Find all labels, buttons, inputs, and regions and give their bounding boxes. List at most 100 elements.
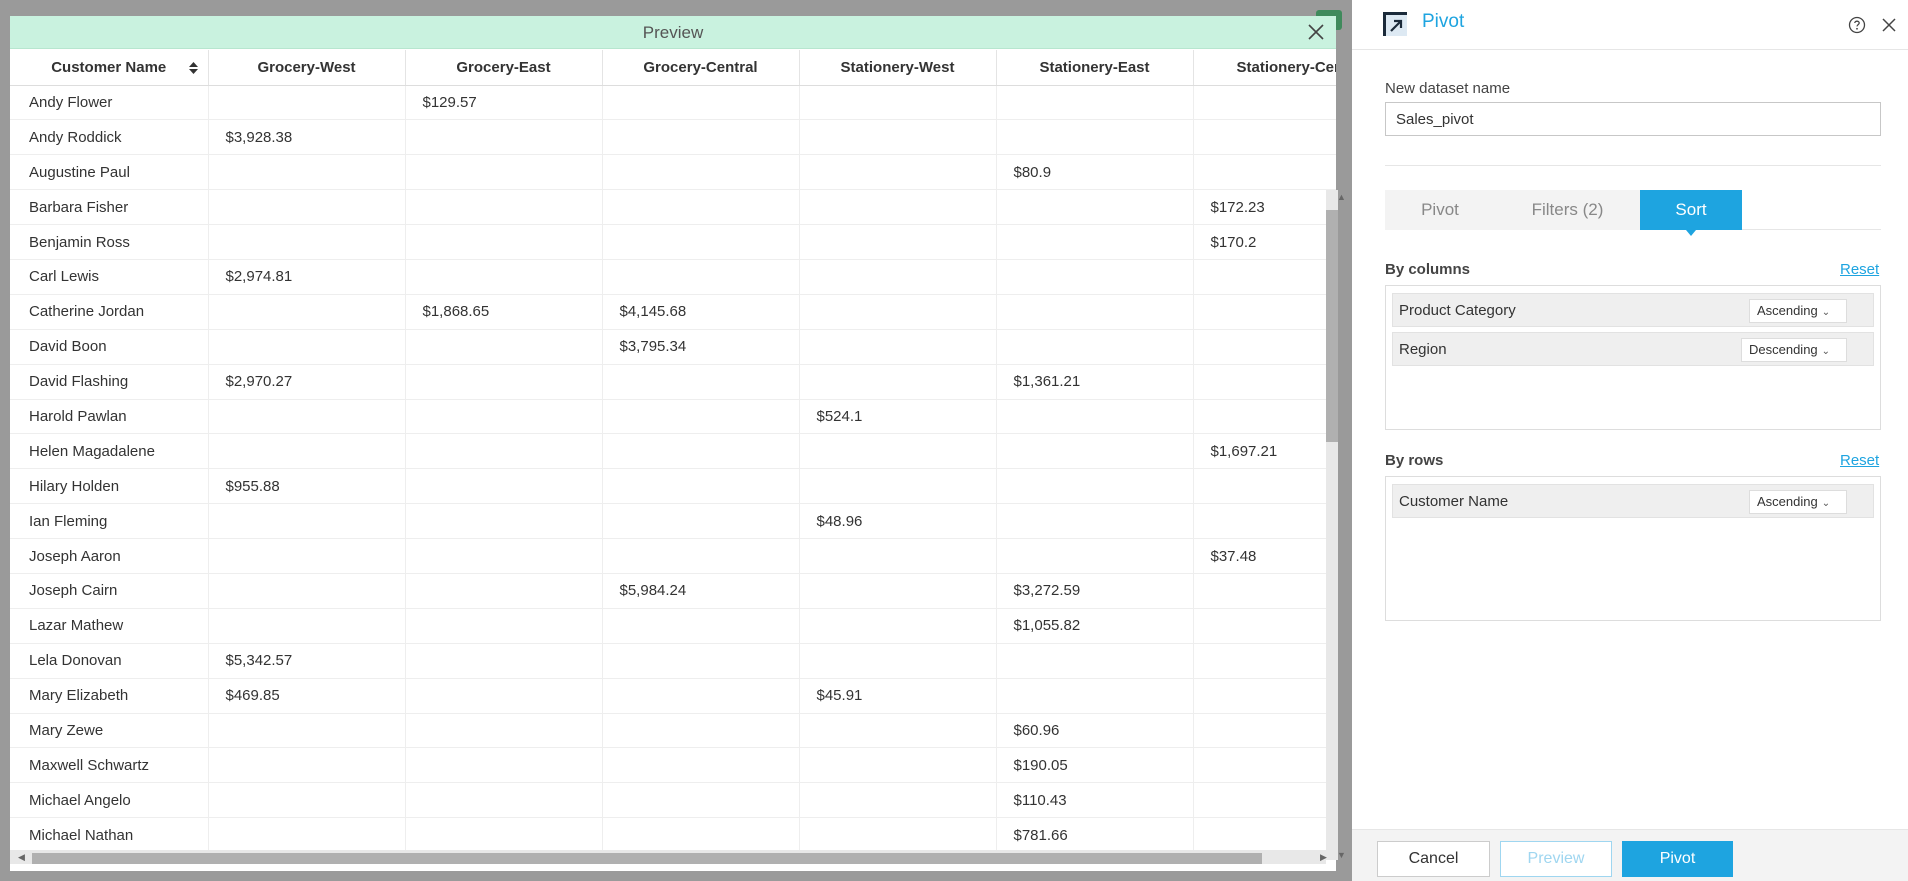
pivot-button[interactable]: Pivot: [1622, 841, 1733, 877]
table-cell: [996, 468, 1194, 505]
sort-row-item[interactable]: Customer Name Ascending ⌄: [1392, 484, 1874, 518]
divider: [1385, 165, 1881, 166]
table-cell: [208, 747, 406, 784]
vertical-scrollbar-thumb[interactable]: [1326, 210, 1338, 442]
table-cell: [799, 468, 997, 505]
table-cell: [602, 399, 800, 435]
table-cell: [208, 817, 406, 850]
table-cell: $3,795.34: [602, 329, 800, 365]
table-cell: [996, 259, 1194, 295]
customer-name-cell: Michael Angelo: [10, 782, 209, 819]
scroll-left-arrow-icon[interactable]: ◀: [18, 852, 25, 863]
table-cell: [799, 608, 997, 644]
table-cell: [405, 468, 603, 505]
table-cell: [405, 782, 603, 819]
table-row: Helen Magadalene $1,697.21: [10, 433, 1336, 470]
sort-column-row[interactable]: Product Category Ascending ⌄: [1392, 293, 1874, 327]
table-cell: [1193, 678, 1336, 714]
tab-sort[interactable]: Sort: [1640, 190, 1742, 236]
sort-order-dropdown[interactable]: Ascending ⌄: [1749, 299, 1847, 323]
table-cell: $4,145.68: [602, 294, 800, 330]
cancel-button[interactable]: Cancel: [1377, 841, 1490, 877]
column-header-label: Stationery-East: [1039, 58, 1150, 76]
sort-column-row[interactable]: Region Descending ⌄: [1392, 332, 1874, 366]
table-cell: [996, 294, 1194, 330]
table-cell: [1193, 503, 1336, 540]
customer-name-cell: Barbara Fisher: [10, 189, 209, 226]
table-cell: [799, 573, 997, 609]
table-cell: [405, 329, 603, 365]
customer-name-cell: Michael Nathan: [10, 817, 209, 850]
preview-table-container[interactable]: Customer Name Grocery-West Grocery-East Gro…: [10, 50, 1336, 850]
customer-name-cell: Mary Elizabeth: [10, 678, 209, 714]
chevron-down-icon: ⌄: [1821, 346, 1831, 357]
help-icon[interactable]: [1848, 16, 1866, 34]
table-cell: [208, 224, 406, 260]
table-cell: [208, 329, 406, 365]
table-cell: [602, 433, 800, 470]
scroll-right-arrow-icon[interactable]: ▶: [1320, 852, 1327, 863]
table-cell: [1193, 817, 1336, 850]
pivot-panel: Pivot New dataset name Pivot Filters (2)…: [1352, 0, 1908, 881]
dataset-name-input[interactable]: [1385, 102, 1881, 136]
sort-order-value: Ascending: [1757, 303, 1818, 318]
tab-filters[interactable]: Filters (2): [1495, 190, 1640, 230]
preview-button[interactable]: Preview: [1500, 841, 1612, 877]
table-row: Barbara Fisher $172.23: [10, 189, 1336, 226]
table-row: Michael Angelo $110.43: [10, 782, 1336, 819]
table-cell: [996, 433, 1194, 470]
table-cell: [799, 747, 997, 784]
table-cell: [1193, 294, 1336, 330]
column-header[interactable]: Stationery-East: [996, 50, 1194, 86]
sort-order-dropdown[interactable]: Descending ⌄: [1741, 338, 1847, 362]
pivot-logo-icon: [1383, 12, 1407, 36]
sort-order-dropdown[interactable]: Ascending ⌄: [1749, 490, 1847, 514]
table-cell: [405, 364, 603, 400]
table-cell: [602, 538, 800, 574]
customer-name-cell: Benjamin Ross: [10, 224, 209, 260]
table-cell: [996, 119, 1194, 156]
preview-dialog: Preview Customer Name Grocery-West Grocery…: [10, 16, 1336, 871]
table-cell: [405, 713, 603, 749]
column-header[interactable]: Grocery-West: [208, 50, 406, 86]
by-rows-reset-link[interactable]: Reset: [1840, 452, 1879, 469]
table-cell: [602, 678, 800, 714]
table-cell: $5,342.57: [208, 643, 406, 679]
scroll-down-arrow-icon[interactable]: ▼: [1337, 850, 1346, 860]
sort-order-value: Ascending: [1757, 494, 1818, 509]
sort-indicator-icon[interactable]: [188, 62, 198, 74]
table-cell: [602, 747, 800, 784]
table-cell: [799, 713, 997, 749]
customer-name-cell: Catherine Jordan: [10, 294, 209, 330]
column-header-label: Stationery-West: [840, 58, 955, 76]
table-row: Joseph Cairn $5,984.24 $3,272.59: [10, 573, 1336, 609]
table-cell: [799, 294, 997, 330]
table-cell: [1193, 782, 1336, 819]
table-cell: [799, 154, 997, 191]
table-cell: [405, 747, 603, 784]
close-icon[interactable]: [1306, 22, 1326, 42]
by-columns-reset-link[interactable]: Reset: [1840, 261, 1879, 278]
column-header[interactable]: Grocery-Central: [602, 50, 800, 86]
tab-pivot[interactable]: Pivot: [1385, 190, 1495, 230]
scroll-up-arrow-icon[interactable]: ▲: [1337, 192, 1346, 202]
table-cell: [799, 85, 997, 121]
column-header[interactable]: Grocery-East: [405, 50, 603, 86]
table-row: Mary Zewe $60.96: [10, 713, 1336, 749]
table-cell: [208, 538, 406, 574]
close-icon[interactable]: [1880, 16, 1898, 34]
column-header[interactable]: Stationery-West: [799, 50, 997, 86]
table-row: Augustine Paul $80.9: [10, 154, 1336, 191]
by-rows-list: Customer Name Ascending ⌄: [1385, 476, 1881, 621]
table-cell: [405, 399, 603, 435]
table-cell: $3,928.38: [208, 119, 406, 156]
horizontal-scrollbar-thumb[interactable]: [32, 853, 1262, 864]
table-cell: [208, 573, 406, 609]
customer-name-cell: Hilary Holden: [10, 468, 209, 505]
column-header[interactable]: Stationery-Central: [1193, 50, 1336, 86]
table-cell: [405, 538, 603, 574]
table-cell: $3,272.59: [996, 573, 1194, 609]
table-cell: [799, 224, 997, 260]
column-header-customer-name[interactable]: Customer Name: [10, 50, 209, 86]
table-row: Hilary Holden $955.88: [10, 468, 1336, 505]
